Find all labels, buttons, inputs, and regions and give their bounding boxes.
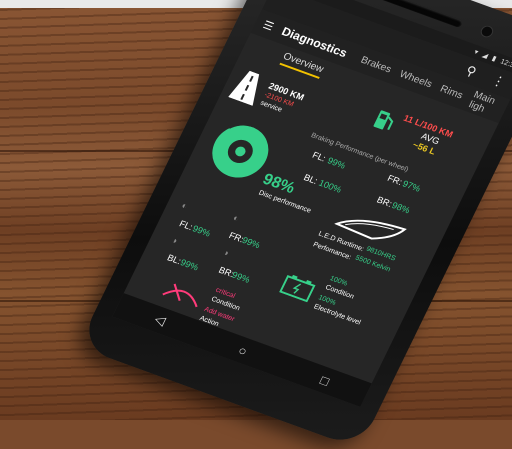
wiper-icon [162,283,198,308]
signal-icon: ◢ [480,51,490,60]
search-icon[interactable]: ⚲ [463,63,479,81]
braking-fl-label: FL: [310,149,328,164]
light-fl-icon: ◐ [180,200,190,212]
battery-status-icon [279,274,316,303]
braking-br-value: 98% [390,200,412,216]
wifi-icon: ▾ [472,48,480,57]
tab-rims[interactable]: Rims [438,83,464,101]
braking-fl-value: 99% [325,155,348,171]
tab-brakes[interactable]: Brakes [359,54,393,75]
light-fr-icon: ◐ [231,212,242,224]
braking-bl-label: BL: [302,172,320,186]
hamburger-menu-icon[interactable]: ☰ [261,18,276,33]
overflow-menu-icon[interactable]: ⋮ [489,72,508,91]
fuel-pump-icon [373,110,394,131]
recents-icon[interactable]: □ [318,372,332,388]
battery-electrolyte-label: Electrolyte level [312,303,362,327]
home-icon[interactable]: ○ [236,342,250,358]
light-br-icon: ◑ [221,247,231,259]
light-bl-icon: ◑ [169,234,180,246]
tab-wheels[interactable]: Wheels [398,68,434,89]
light-bl-value: 99% [178,257,201,273]
back-icon[interactable]: ◁ [152,311,168,329]
battery-icon: ▮ [490,55,498,63]
braking-bl-value: 100% [317,177,344,195]
light-fl-value: 99% [190,223,213,239]
light-br-value: 99% [230,269,252,285]
light-fr-value: 99% [240,235,262,251]
front-camera [478,24,496,40]
braking-fr-value: 97% [400,178,423,194]
